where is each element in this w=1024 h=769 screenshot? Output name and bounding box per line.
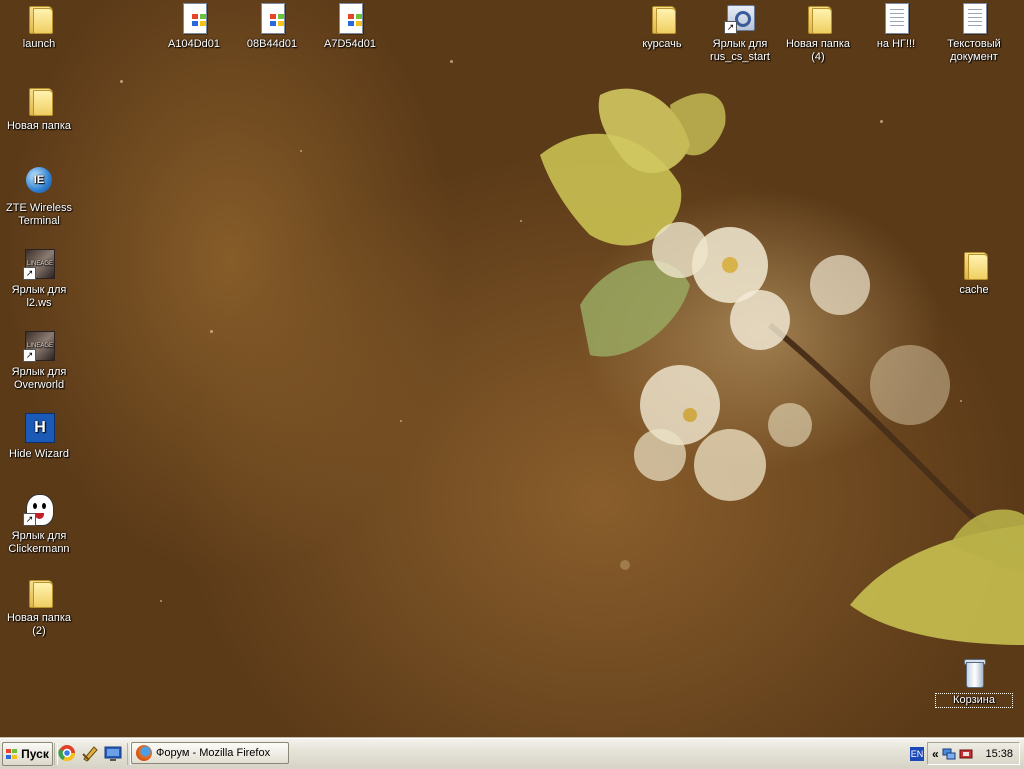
start-label: Пуск (21, 747, 49, 761)
desktop-icon-clickermann[interactable]: ↗ Ярлык для Clickermann (1, 494, 77, 556)
tool-icon[interactable] (81, 744, 99, 762)
windows-document-icon (178, 2, 210, 34)
text-document-icon (880, 2, 912, 34)
lineage-icon: LINEAGE ↗ (23, 248, 55, 280)
wallpaper-speck (620, 560, 630, 570)
icon-label: Корзина (935, 693, 1013, 708)
icon-label: Ярлык для Overworld (11, 366, 67, 391)
zte-globe-icon: IE (23, 166, 55, 198)
windows-document-icon (256, 2, 288, 34)
folder-icon (958, 248, 990, 280)
desktop-icon-08b44d01[interactable]: 08B44d01 (234, 2, 310, 51)
firefox-icon (136, 745, 152, 761)
windows-document-icon (334, 2, 366, 34)
wallpaper-speck (450, 60, 453, 63)
desktop-icon-rus-cs-start[interactable]: ↗ Ярлык для rus_cs_start (702, 2, 778, 64)
desktop-icon-kursach[interactable]: курсачь (624, 2, 700, 51)
connection-icon[interactable] (959, 747, 973, 761)
desktop-icon-text-document[interactable]: Текстовый документ (936, 2, 1012, 64)
wallpaper-speck (300, 150, 302, 152)
wallpaper-speck (960, 400, 962, 402)
wallpaper-speck (160, 600, 162, 602)
desktop-icon-hide-wizard[interactable]: H Hide Wizard (1, 412, 77, 461)
chrome-icon[interactable] (58, 744, 76, 762)
text-document-icon (958, 2, 990, 34)
quick-launch (58, 744, 122, 764)
wallpaper-speck (400, 420, 402, 422)
desktop-icon-new-folder-2[interactable]: Новая папка (2) (1, 576, 77, 638)
icon-label: A104Dd01 (168, 38, 220, 50)
desktop-icon-na-ng[interactable]: на НГ!!! (858, 2, 934, 51)
icon-label: A7D54d01 (324, 38, 376, 50)
settings-shortcut-icon: ↗ (724, 2, 756, 34)
icon-label: Текстовый документ (947, 38, 1001, 63)
taskbar-button-firefox[interactable]: Форум - Mozilla Firefox (131, 742, 289, 764)
folder-icon (23, 2, 55, 34)
desktop-icon-new-folder[interactable]: Новая папка (1, 84, 77, 133)
wallpaper-speck (880, 120, 883, 123)
wallpaper-speck (520, 220, 522, 222)
system-tray: « 15:38 (927, 742, 1020, 765)
icon-label: 08B44d01 (246, 38, 298, 50)
wallpaper-speck (210, 330, 213, 333)
tray-expand-chevron-icon[interactable]: « (932, 747, 939, 761)
start-button[interactable]: Пуск (2, 742, 53, 766)
desktop-icon-recycle-bin[interactable]: Корзина (935, 658, 1013, 708)
icon-label: Ярлык для rus_cs_start (710, 38, 770, 63)
clickermann-icon: ↗ (23, 494, 55, 526)
desktop[interactable]: launch Новая папка IE ZTE Wireless Termi… (0, 0, 1024, 738)
folder-icon (23, 84, 55, 116)
desktop-icon-a7d54d01[interactable]: A7D54d01 (312, 2, 388, 51)
folder-icon (802, 2, 834, 34)
wallpaper-speck (120, 80, 123, 83)
icon-label: на НГ!!! (876, 38, 916, 50)
icon-label: ZTE Wireless Terminal (6, 202, 72, 227)
desktop-icon-zte[interactable]: IE ZTE Wireless Terminal (1, 166, 77, 228)
folder-icon (23, 576, 55, 608)
desktop-icon-l2ws[interactable]: LINEAGE ↗ Ярлык для l2.ws (1, 248, 77, 310)
taskbar: Пуск Форум - Mozilla Firefox EN « 15:38 (0, 738, 1024, 769)
clock[interactable]: 15:38 (985, 748, 1013, 760)
icon-label: Ярлык для Clickermann (8, 530, 70, 555)
hide-wizard-icon: H (23, 412, 55, 444)
desktop-icon-cache[interactable]: cache (936, 248, 1012, 297)
icon-label: Новая папка (4) (785, 38, 851, 63)
desktop-icon-new-folder-4[interactable]: Новая папка (4) (780, 2, 856, 64)
desktop-icon-launch[interactable]: launch (1, 2, 77, 51)
wallpaper-blossom (540, 88, 1024, 645)
icon-label: Ярлык для l2.ws (11, 284, 67, 309)
show-desktop-icon[interactable] (104, 744, 122, 762)
icon-label: cache (959, 284, 989, 296)
desktop-icon-overworld[interactable]: LINEAGE ↗ Ярлык для Overworld (1, 330, 77, 392)
icon-label: Новая папка (2) (6, 612, 72, 637)
language-indicator[interactable]: EN (910, 747, 924, 761)
icon-label: Hide Wizard (9, 448, 69, 460)
folder-icon (646, 2, 678, 34)
recycle-bin-icon (958, 658, 990, 690)
windows-logo-icon (6, 748, 18, 760)
icon-label: курсачь (642, 38, 682, 50)
icon-label: launch (22, 38, 56, 50)
network-icon[interactable] (942, 747, 956, 761)
task-label: Форум - Mozilla Firefox (156, 747, 271, 759)
icon-label: Новая папка (6, 120, 72, 132)
lineage-icon: LINEAGE ↗ (23, 330, 55, 362)
desktop-icon-a104dd01[interactable]: A104Dd01 (156, 2, 232, 51)
